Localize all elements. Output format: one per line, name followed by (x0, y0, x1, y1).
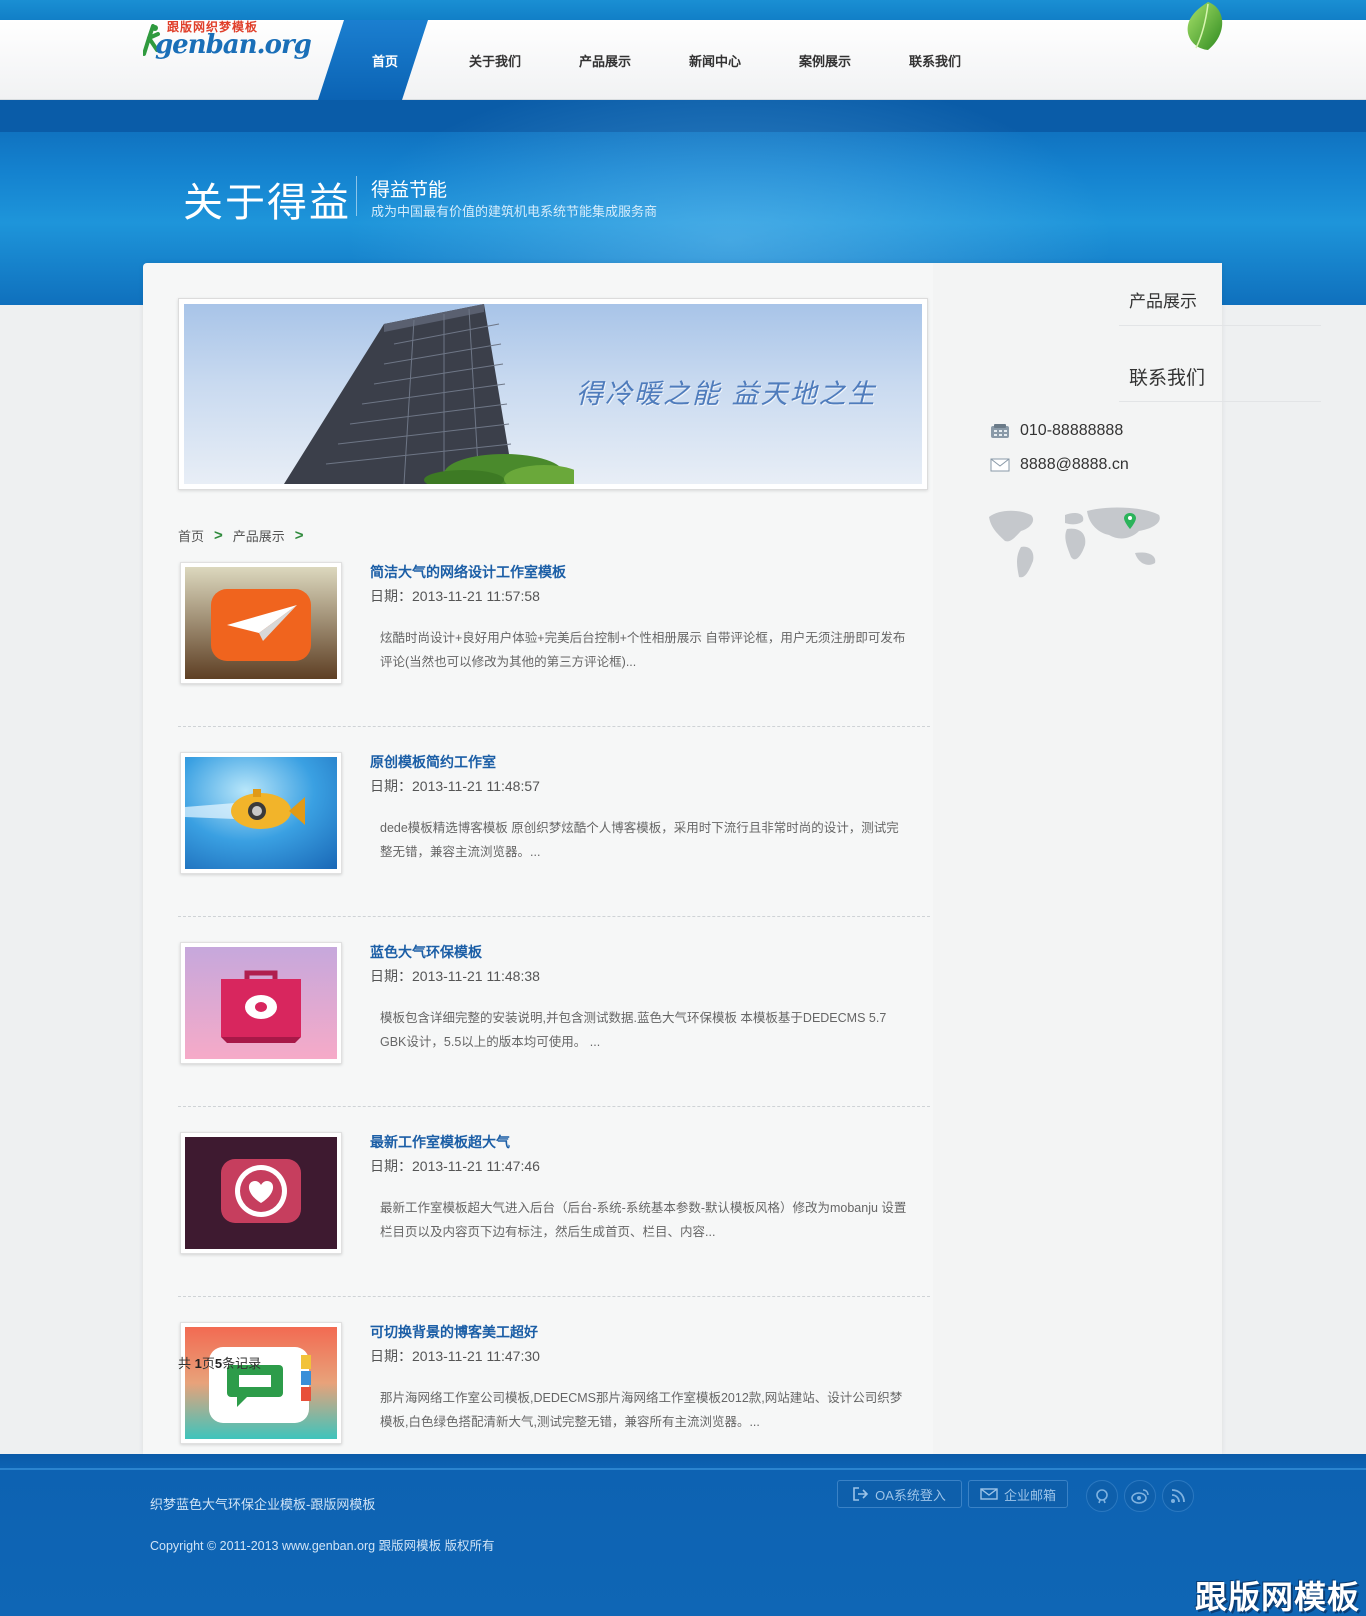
article-thumbnail[interactable] (180, 562, 342, 684)
hero-slogan: 得冷暖之能 益天地之生 (576, 379, 877, 410)
article-summary: 那片海网络工作室公司模板,DEDECMS那片海网络工作室模板2012款,网站建站… (380, 1391, 903, 1429)
paper-plane-icon (185, 567, 337, 679)
hero-image: 得冷暖之能 益天地之生 (178, 298, 928, 490)
footer-copyright: Copyright © 2011-2013 www.genban.org 跟版网… (150, 1539, 495, 1553)
article-date: 日期：2013-11-21 11:47:30 (370, 1348, 540, 1364)
banner-subtitle: 得益节能 (371, 180, 448, 201)
article-summary: 模板包含详细完整的安装说明,并包含测试数据.蓝色大气环保模板 本模板基于DEDE… (380, 1011, 887, 1049)
nav-item-contact[interactable]: 联系我们 (880, 51, 990, 70)
pagination-prefix: 共 (178, 1356, 195, 1371)
breadcrumb: 首页 > 产品展示 > (178, 526, 314, 545)
article-date: 日期：2013-11-21 11:48:38 (370, 968, 540, 984)
nav-item-about[interactable]: 关于我们 (440, 51, 550, 70)
banner-tagline: 成为中国最有价值的建筑机电系统节能集成服务商 (371, 204, 658, 219)
list-item: 最新工作室模板超大气 日期：2013-11-21 11:47:46 最新工作室模… (178, 1132, 930, 1297)
pagination-suffix: 条记录 (222, 1356, 262, 1371)
weibo-icon (1131, 1489, 1149, 1504)
contact-phone-row: 010-88888888 (990, 422, 1123, 440)
banner-title: 关于得益 (183, 180, 351, 226)
list-item: 简洁大气的网络设计工作室模板 日期：2013-11-21 11:57:58 炫酷… (178, 562, 930, 727)
article-title[interactable]: 可切换背景的博客美工超好 (370, 1322, 538, 1342)
footer-title: 织梦蓝色大气环保企业模板-跟版网模板 (150, 1497, 376, 1512)
qq-button[interactable] (1086, 1480, 1118, 1512)
site-logo[interactable]: 跟版网织梦模板 genban.org (143, 18, 312, 68)
nav-item-news[interactable]: 新闻中心 (660, 51, 770, 70)
pagination-info: 共 1页5条记录 (178, 1353, 261, 1372)
breadcrumb-section[interactable]: 产品展示 (233, 526, 285, 545)
article-date: 日期：2013-11-21 11:48:57 (370, 778, 540, 794)
article-summary: 最新工作室模板超大气进入后台（后台-系统-系统基本参数-默认模板风格）修改为mo… (380, 1201, 907, 1239)
breadcrumb-separator: > (214, 527, 223, 544)
sidebar-divider (1119, 401, 1321, 402)
contact-email[interactable]: 8888@8888.cn (1020, 456, 1129, 474)
login-door-icon (853, 1487, 869, 1501)
main-container: 得冷暖之能 益天地之生 首页 > 产品展示 > 简洁大气的网络设计工作室模板 日… (143, 263, 1321, 1487)
oa-login-button[interactable]: OA系统登入 (837, 1480, 962, 1508)
article-summary: 炫酷时尚设计+良好用户体验+完美后台控制+个性相册展示 自带评论框，用户无须注册… (380, 631, 906, 669)
mail-icon (990, 458, 1010, 472)
article-date: 日期：2013-11-21 11:47:46 (370, 1158, 540, 1174)
main-nav: 首页 关于我们 产品展示 新闻中心 案例展示 联系我们 (330, 20, 990, 100)
article-thumbnail[interactable] (180, 1322, 342, 1444)
rss-icon (1171, 1489, 1185, 1503)
world-map-icon (989, 507, 1160, 578)
breadcrumb-home[interactable]: 首页 (178, 526, 204, 545)
article-list: 简洁大气的网络设计工作室模板 日期：2013-11-21 11:57:58 炫酷… (178, 562, 930, 1487)
corporate-mail-label: 企业邮箱 (1003, 1487, 1056, 1503)
article-title[interactable]: 蓝色大气环保模板 (370, 942, 482, 962)
article-title[interactable]: 最新工作室模板超大气 (370, 1132, 510, 1152)
breadcrumb-separator: > (294, 527, 304, 544)
rss-button[interactable] (1162, 1480, 1194, 1512)
nav-item-products[interactable]: 产品展示 (550, 51, 660, 70)
article-thumbnail[interactable] (180, 752, 342, 874)
contact-email-row: 8888@8888.cn (990, 456, 1129, 474)
mail-icon (980, 1488, 998, 1500)
logo-english-text: genban.org (155, 30, 312, 60)
leaf-decoration-icon (1187, 2, 1223, 50)
sidebar-products-title[interactable]: 产品展示 (1129, 287, 1197, 312)
article-date: 日期：2013-11-21 11:57:58 (370, 588, 540, 604)
list-item: 蓝色大气环保模板 日期：2013-11-21 11:48:38 模板包含详细完整… (178, 942, 930, 1107)
article-title[interactable]: 简洁大气的网络设计工作室模板 (370, 562, 566, 582)
oa-login-label: OA系统登入 (875, 1487, 946, 1503)
contact-phone: 010-88888888 (1020, 422, 1124, 439)
chat-book-icon (185, 1327, 337, 1439)
nav-item-cases[interactable]: 案例展示 (770, 51, 880, 70)
article-title[interactable]: 原创模板简约工作室 (370, 752, 496, 772)
list-item: 原创模板简约工作室 日期：2013-11-21 11:48:57 dede模板精… (178, 752, 930, 917)
sidebar: 产品展示 联系我们 (933, 263, 1321, 1454)
shopping-bag-icon (185, 947, 337, 1059)
article-thumbnail[interactable] (180, 942, 342, 1064)
phone-icon (991, 424, 1009, 438)
page-footer: 织梦蓝色大气环保企业模板-跟版网模板 Copyright © 2011-2013… (0, 1454, 1366, 1616)
heart-badge-icon (185, 1137, 337, 1249)
article-summary: dede模板精选博客模板 原创织梦炫酷个人博客模板，采用时下流行且非常时尚的设计… (380, 821, 899, 859)
nav-item-home[interactable]: 首页 (330, 51, 440, 70)
corporate-mail-button[interactable]: 企业邮箱 (968, 1480, 1068, 1508)
weibo-button[interactable] (1124, 1480, 1156, 1512)
building-image-icon (284, 304, 574, 484)
top-strip (0, 0, 1366, 20)
sidebar-contact-title[interactable]: 联系我们 (1129, 363, 1205, 390)
article-thumbnail[interactable] (180, 1132, 342, 1254)
sidebar-divider (1119, 325, 1321, 326)
pagination-pages: 1 (194, 1356, 202, 1371)
site-watermark: 跟版网模板 (1195, 1578, 1361, 1616)
submarine-icon (185, 757, 337, 869)
banner-divider (356, 176, 357, 216)
pagination-mid: 页 (201, 1356, 215, 1371)
qq-icon (1096, 1489, 1108, 1504)
